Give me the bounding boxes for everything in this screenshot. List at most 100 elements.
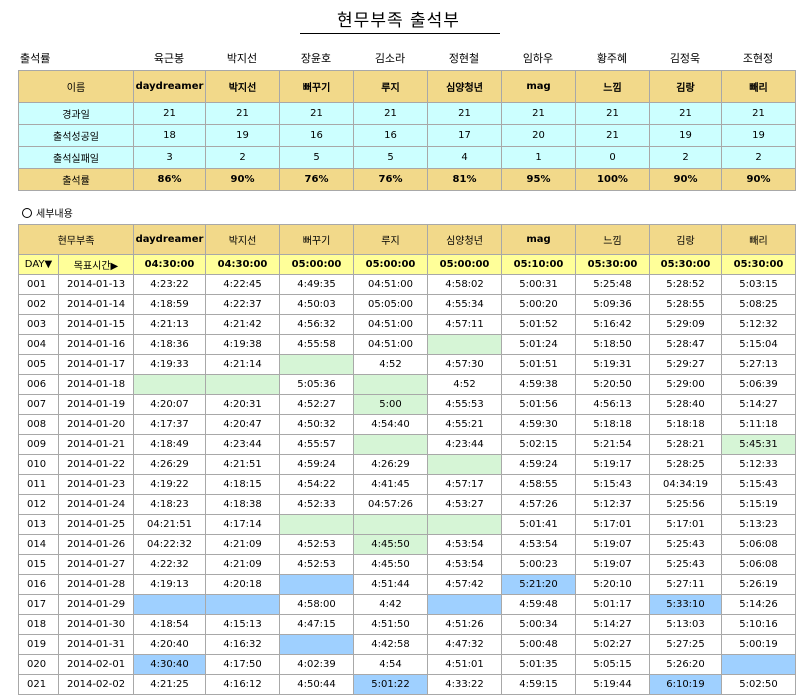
table-row: 006 2014-01-18 5:05:36 4:52 4:59:38 5:20:50 5:…: [18, 374, 796, 395]
time-cell: [133, 374, 206, 395]
summary-row: 출석실패일 3 2 5 5 4 1 0 2 2: [18, 146, 796, 169]
time-cell: 4:52: [427, 374, 502, 395]
nickname: 루지: [353, 70, 428, 103]
summary-cell: 16: [353, 124, 428, 147]
summary-cell: 20: [501, 124, 576, 147]
summary-cell: 21: [205, 102, 280, 125]
time-cell: 4:30:40: [133, 654, 206, 675]
time-cell: 4:18:49: [133, 434, 206, 455]
table-row: 012 2014-01-24 4:18:23 4:18:38 4:52:33 04:57:…: [18, 494, 796, 515]
time-cell: 5:45:31: [721, 434, 796, 455]
time-cell: 4:45:50: [353, 554, 428, 575]
time-cell: 4:21:13: [133, 314, 206, 335]
date-cell: 2014-01-17: [58, 354, 134, 375]
time-cell: 5:28:40: [649, 394, 722, 415]
time-cell: 4:18:23: [133, 494, 206, 515]
day-number: 013: [18, 514, 59, 535]
time-cell: 5:15:19: [721, 494, 796, 515]
time-cell: [133, 594, 206, 615]
time-cell: 4:55:57: [279, 434, 354, 455]
time-cell: 04:22:32: [133, 534, 206, 555]
time-cell: 5:20:10: [575, 574, 650, 595]
time-cell: 4:59:38: [501, 374, 576, 395]
summary-cell: 0: [575, 146, 650, 169]
target-time: 05:10:00: [501, 254, 576, 275]
day-number: 019: [18, 634, 59, 655]
time-cell: 5:02:27: [575, 634, 650, 655]
time-cell: [279, 514, 354, 535]
table-row: 011 2014-01-23 4:19:22 4:18:15 4:54:22 4:41:4…: [18, 474, 796, 495]
time-cell: 4:20:18: [205, 574, 280, 595]
date-cell: 2014-01-30: [58, 614, 134, 635]
time-cell: 5:20:50: [575, 374, 650, 395]
time-cell: 5:27:25: [649, 634, 722, 655]
time-cell: 5:14:26: [721, 594, 796, 615]
time-cell: 4:52:53: [279, 554, 354, 575]
time-cell: 5:28:47: [649, 334, 722, 355]
time-cell: 4:59:30: [501, 414, 576, 435]
nickname: 느낌: [575, 70, 650, 103]
time-cell: 4:50:44: [279, 674, 354, 695]
time-cell: 4:19:33: [133, 354, 206, 375]
day-number: 002: [18, 294, 59, 315]
time-cell: 5:06:08: [721, 534, 796, 555]
date-cell: 2014-01-27: [58, 554, 134, 575]
time-cell: 5:00:23: [501, 554, 576, 575]
day-sort-label[interactable]: DAY▼: [18, 254, 59, 275]
date-cell: 2014-01-22: [58, 454, 134, 475]
time-cell: 5:15:04: [721, 334, 796, 355]
date-cell: 2014-01-23: [58, 474, 134, 495]
table-row: 010 2014-01-22 4:26:29 4:21:51 4:59:24 4:26:2…: [18, 454, 796, 475]
day-number: 010: [18, 454, 59, 475]
real-name: 임하우: [522, 52, 554, 65]
summary-cell: 21: [649, 102, 722, 125]
summary-rate-row: 출석률 86% 90% 76% 76% 81% 95% 100% 90% 90%: [18, 168, 796, 191]
day-number: 007: [18, 394, 59, 415]
nickname: mag: [501, 224, 576, 255]
day-number: 011: [18, 474, 59, 495]
time-cell: 4:19:13: [133, 574, 206, 595]
nickname: 김랑: [649, 70, 722, 103]
summary-table: 이름 daydreamer 박지선 뻐꾸기 루지 심양청년 mag 느낌 김랑 …: [18, 70, 796, 191]
time-cell: 4:55:21: [427, 414, 502, 435]
table-row: 008 2014-01-20 4:17:37 4:20:47 4:50:32 4:54:4…: [18, 414, 796, 435]
time-cell: 4:57:17: [427, 474, 502, 495]
summary-cell: 21: [575, 124, 650, 147]
time-cell: 5:12:32: [721, 314, 796, 335]
time-cell: 4:51:26: [427, 614, 502, 635]
summary-cell: 4: [427, 146, 502, 169]
summary-row: 출석성공일 18 19 16 16 17 20 21 19 19: [18, 124, 796, 147]
time-cell: 4:52:53: [279, 534, 354, 555]
time-cell: 4:56:13: [575, 394, 650, 415]
summary-cell: 19: [649, 124, 722, 147]
name-label: 이름: [18, 70, 134, 103]
real-name: 육근봉: [153, 52, 185, 65]
time-cell: 4:53:54: [427, 554, 502, 575]
time-cell: [279, 634, 354, 655]
target-time: 04:30:00: [133, 254, 206, 275]
time-cell: 5:19:44: [575, 674, 650, 695]
date-cell: 2014-01-19: [58, 394, 134, 415]
time-cell: 5:00:48: [501, 634, 576, 655]
time-cell: 5:15:43: [575, 474, 650, 495]
rate-label: 출석률: [18, 168, 134, 191]
time-cell: 5:29:27: [649, 354, 722, 375]
title-underline: [300, 33, 500, 34]
table-row: 014 2014-01-26 04:22:32 4:21:09 4:52:53 4:45:…: [18, 534, 796, 555]
time-cell: 4:21:09: [205, 554, 280, 575]
day-number: 018: [18, 614, 59, 635]
time-cell: 4:56:32: [279, 314, 354, 335]
table-row: 017 2014-01-29 4:58:00 4:42 4:59:48 5:01:17 5:…: [18, 594, 796, 615]
table-row: 020 2014-02-01 4:30:40 4:17:50 4:02:39 4:54 4:…: [18, 654, 796, 675]
time-cell: 4:22:45: [205, 274, 280, 295]
date-cell: 2014-01-26: [58, 534, 134, 555]
time-cell: 5:25:43: [649, 534, 722, 555]
target-time: 05:30:00: [649, 254, 722, 275]
day-number: 009: [18, 434, 59, 455]
time-cell: 4:15:13: [205, 614, 280, 635]
time-cell: 04:51:00: [353, 274, 428, 295]
time-cell: 4:26:29: [133, 454, 206, 475]
time-cell: 04:21:51: [133, 514, 206, 535]
time-cell: 4:50:03: [279, 294, 354, 315]
time-cell: 5:18:50: [575, 334, 650, 355]
